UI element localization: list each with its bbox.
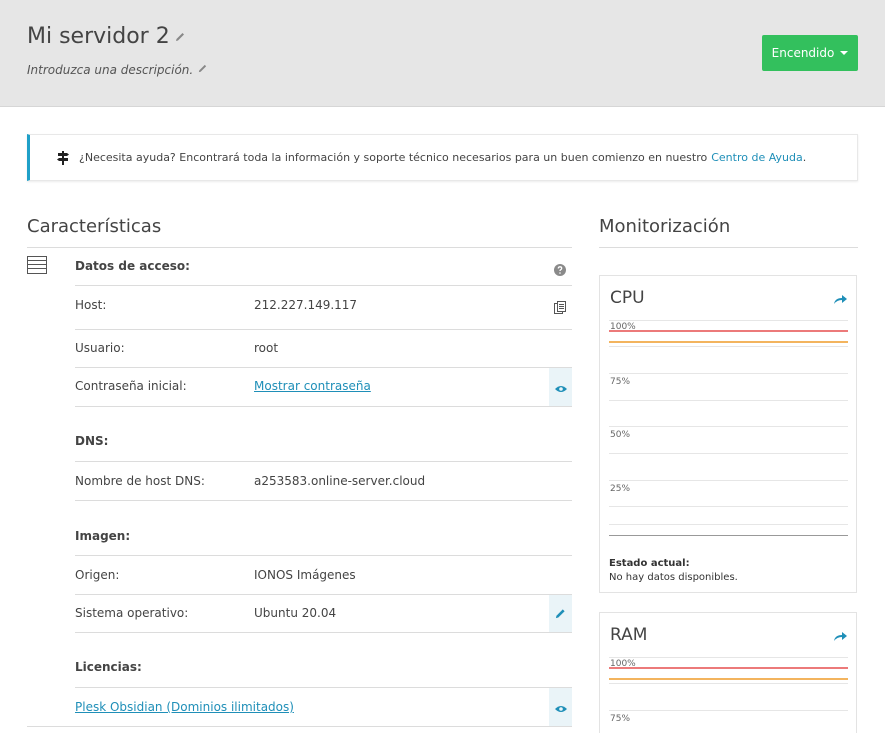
dns-hostname-row: Nombre de host DNS: a253583.online-serve… [75, 474, 572, 490]
cpu-state-label: Estado actual: [609, 558, 690, 569]
cpu-graph: 100% 75% 50% 25% [609, 320, 848, 537]
server-name: Mi servidor 2 [27, 24, 170, 49]
cpu-label-25: 25% [610, 484, 631, 494]
view-license-button[interactable] [549, 688, 572, 726]
license-row: Plesk Obsidian (Dominios ilimitados) [75, 700, 572, 716]
origin-row: Origen: IONOS Imágenes [75, 568, 572, 584]
pencil-icon [555, 604, 566, 623]
help-banner: ¿Necesita ayuda? Encontrará toda la info… [27, 134, 858, 181]
row-divider [75, 555, 572, 556]
row-divider [75, 500, 572, 501]
help-center-link[interactable]: Centro de Ayuda [711, 151, 802, 164]
host-label: Host: [75, 298, 107, 312]
power-status-button[interactable]: Encendido [762, 35, 858, 71]
access-heading: Datos de acceso: [75, 259, 190, 273]
description-text: Introduzca una descripción. [27, 63, 194, 77]
share-arrow-icon[interactable] [834, 627, 847, 646]
server-description[interactable]: Introduzca una descripción. [27, 63, 208, 77]
edit-description-pencil-icon[interactable] [197, 63, 208, 77]
row-divider [75, 632, 572, 633]
os-row: Sistema operativo: Ubuntu 20.04 [75, 606, 572, 622]
password-row: Contraseña inicial: Mostrar contraseña [75, 379, 572, 395]
row-divider [75, 367, 572, 368]
share-arrow-icon[interactable] [834, 290, 847, 309]
features-title: Características [27, 216, 162, 237]
ram-label-75: 75% [610, 714, 631, 724]
ram-graph: 100% 75% [609, 657, 848, 733]
os-value: Ubuntu 20.04 [254, 606, 337, 620]
cpu-limit-orange-line [609, 341, 848, 343]
user-row: Usuario: root [75, 341, 572, 357]
ram-label-100: 100% [610, 659, 636, 669]
ram-card: RAM 100% 75% [599, 612, 857, 733]
features-bottom-divider [27, 726, 572, 727]
licenses-heading-row: Licencias: [75, 660, 572, 676]
row-divider [75, 329, 572, 330]
cpu-label-100: 100% [610, 322, 636, 332]
show-password-link[interactable]: Mostrar contraseña [254, 379, 371, 393]
edit-os-button[interactable] [549, 595, 572, 632]
ram-limit-red-line [609, 667, 848, 669]
help-question-icon[interactable] [554, 261, 566, 280]
image-heading: Imagen: [75, 529, 131, 543]
copy-icon[interactable] [554, 299, 566, 318]
server-header: Mi servidor 2 Introduzca una descripción… [0, 0, 885, 107]
server-list-icon [27, 256, 47, 278]
row-divider [75, 285, 572, 286]
help-text: ¿Necesita ayuda? Encontrará toda la info… [79, 151, 708, 164]
origin-label: Origen: [75, 568, 120, 582]
features-divider [27, 247, 572, 248]
image-heading-row: Imagen: [75, 529, 572, 545]
server-title[interactable]: Mi servidor 2 [27, 24, 186, 49]
cpu-limit-red-line [609, 330, 848, 332]
access-heading-row: Datos de acceso: [75, 259, 572, 275]
os-label: Sistema operativo: [75, 606, 189, 620]
dns-heading: DNS: [75, 434, 109, 448]
user-label: Usuario: [75, 341, 125, 355]
edit-name-pencil-icon[interactable] [174, 24, 186, 49]
eye-icon [554, 698, 567, 717]
monitoring-title: Monitorización [599, 216, 731, 237]
row-divider [75, 406, 572, 407]
cpu-card: CPU 100% 75% 50% 25% Estado actual: No h… [599, 275, 857, 593]
cpu-label-50: 50% [610, 430, 631, 440]
cpu-title: CPU [610, 288, 645, 308]
monitoring-divider [599, 247, 858, 248]
show-password-button[interactable] [549, 368, 572, 406]
row-divider [75, 687, 572, 688]
dns-hostname-value: a253583.online-server.cloud [254, 474, 426, 488]
ram-title: RAM [610, 625, 648, 645]
host-value: 212.227.149.117 [254, 298, 358, 312]
license-link[interactable]: Plesk Obsidian (Dominios ilimitados) [75, 700, 294, 714]
help-suffix: . [802, 151, 807, 164]
row-divider [75, 594, 572, 595]
ram-limit-orange-line [609, 678, 848, 680]
user-value: root [254, 341, 279, 355]
host-row: Host: 212.227.149.117 [75, 298, 572, 314]
dns-heading-row: DNS: [75, 434, 572, 450]
origin-value: IONOS Imágenes [254, 568, 356, 582]
eye-icon [554, 378, 567, 397]
password-label: Contraseña inicial: [75, 379, 187, 393]
signpost-icon [57, 150, 69, 165]
cpu-label-75: 75% [610, 377, 631, 387]
licenses-heading: Licencias: [75, 660, 142, 674]
cpu-state-value: No hay datos disponibles. [609, 572, 738, 583]
power-status-label: Encendido [771, 46, 835, 60]
row-divider [75, 461, 572, 462]
chevron-down-icon [840, 51, 849, 55]
dns-hostname-label: Nombre de host DNS: [75, 474, 205, 488]
